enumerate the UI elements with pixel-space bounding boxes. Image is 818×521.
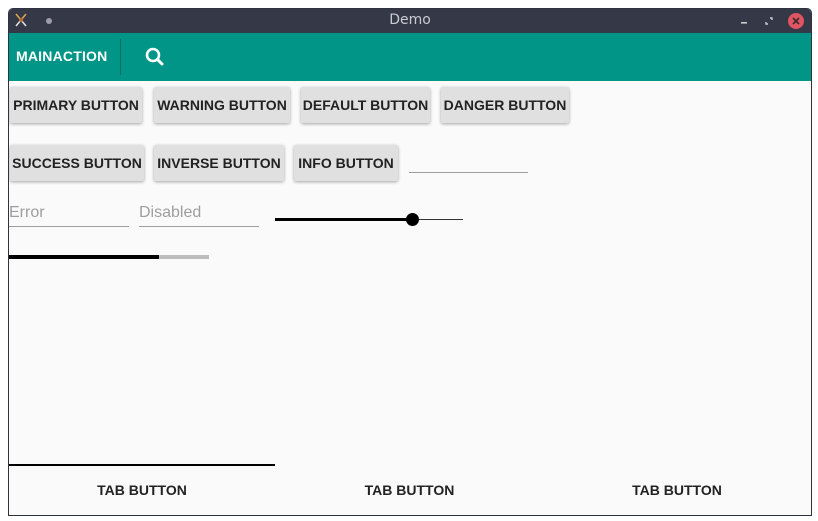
danger-button[interactable]: DANGER BUTTON bbox=[441, 87, 569, 123]
success-button[interactable]: SUCCESS BUTTON bbox=[10, 145, 144, 181]
toolbar: MAINACTION bbox=[9, 33, 811, 81]
primary-button[interactable]: PRIMARY BUTTON bbox=[10, 87, 142, 123]
maximize-icon[interactable] bbox=[761, 13, 777, 29]
error-input-placeholder: Error bbox=[9, 204, 45, 221]
disabled-input-placeholder: Disabled bbox=[139, 204, 202, 221]
progress-bar-fill bbox=[9, 255, 159, 259]
disabled-input: Disabled bbox=[139, 204, 259, 227]
app-window: Demo MAINACTION PRIMARY BUTTON WARNING B… bbox=[8, 8, 812, 516]
minimize-icon[interactable] bbox=[736, 13, 752, 29]
main-action-button[interactable]: MAINACTION bbox=[16, 48, 107, 64]
slider-fill bbox=[275, 218, 413, 221]
tab-3[interactable]: TAB BUTTON bbox=[543, 465, 811, 515]
info-button[interactable]: INFO BUTTON bbox=[294, 145, 398, 181]
toolbar-divider bbox=[120, 39, 121, 75]
tab-2[interactable]: TAB BUTTON bbox=[276, 465, 543, 515]
tab-1[interactable]: TAB BUTTON bbox=[9, 465, 275, 515]
title-bar: Demo bbox=[9, 9, 811, 33]
default-button[interactable]: DEFAULT BUTTON bbox=[301, 87, 430, 123]
error-input[interactable]: Error bbox=[9, 204, 129, 227]
search-icon[interactable] bbox=[141, 43, 169, 71]
close-icon[interactable] bbox=[788, 13, 804, 29]
warning-button[interactable]: WARNING BUTTON bbox=[154, 87, 290, 123]
slider-thumb[interactable] bbox=[405, 213, 419, 226]
window-title: Demo bbox=[389, 12, 431, 28]
text-input[interactable] bbox=[409, 150, 528, 173]
inverse-button[interactable]: INVERSE BUTTON bbox=[154, 145, 284, 181]
